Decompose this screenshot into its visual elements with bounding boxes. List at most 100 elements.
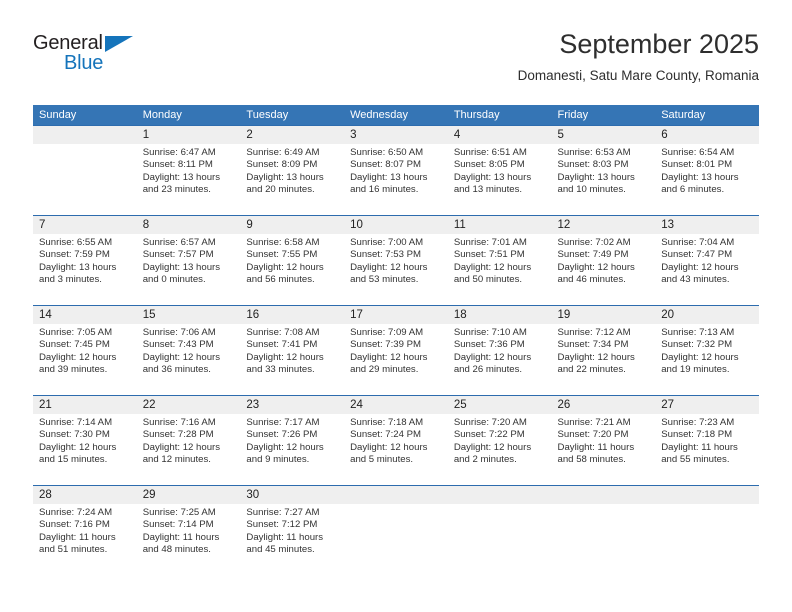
day-number[interactable]: 15 <box>137 306 241 324</box>
day-number[interactable]: 2 <box>240 126 344 144</box>
day-cell[interactable]: Sunrise: 7:17 AM Sunset: 7:26 PM Dayligh… <box>240 414 344 485</box>
day-cell[interactable]: Sunrise: 6:58 AM Sunset: 7:55 PM Dayligh… <box>240 234 344 305</box>
day-cell[interactable]: Sunrise: 7:10 AM Sunset: 7:36 PM Dayligh… <box>448 324 552 395</box>
day-number[interactable]: 4 <box>448 126 552 144</box>
weekday-header-saturday: Saturday <box>661 109 706 121</box>
day-number[interactable]: 6 <box>655 126 759 144</box>
day-number[interactable]: 8 <box>137 216 241 234</box>
sunrise-text: Sunrise: 7:08 AM <box>246 327 320 338</box>
sunset-text: Sunset: 8:07 PM <box>350 159 422 171</box>
week-details-band: Sunrise: 6:47 AM Sunset: 8:11 PM Dayligh… <box>33 144 759 215</box>
day-cell[interactable]: Sunrise: 7:08 AM Sunset: 7:41 PM Dayligh… <box>240 324 344 395</box>
sunset-text: Sunset: 8:09 PM <box>246 159 318 171</box>
day-cell[interactable]: Sunrise: 6:50 AM Sunset: 8:07 PM Dayligh… <box>344 144 448 215</box>
day-cell[interactable] <box>344 504 448 575</box>
day-number[interactable]: 26 <box>552 396 656 414</box>
day-number[interactable]: 14 <box>33 306 137 324</box>
day-cell[interactable]: Sunrise: 6:53 AM Sunset: 8:03 PM Dayligh… <box>552 144 656 215</box>
daylight-text-line1: Daylight: 11 hours <box>557 441 635 453</box>
day-cell[interactable]: Sunrise: 6:51 AM Sunset: 8:05 PM Dayligh… <box>448 144 552 215</box>
sunrise-text: Sunrise: 7:27 AM <box>246 507 320 518</box>
day-cell[interactable]: Sunrise: 7:25 AM Sunset: 7:14 PM Dayligh… <box>137 504 241 575</box>
day-number[interactable]: 16 <box>240 306 344 324</box>
day-cell[interactable]: Sunrise: 6:57 AM Sunset: 7:57 PM Dayligh… <box>137 234 241 305</box>
sunset-text: Sunset: 7:57 PM <box>142 249 214 261</box>
daylight-text-line1: Daylight: 13 hours <box>142 261 221 273</box>
sunrise-text: Sunrise: 7:21 AM <box>557 417 631 428</box>
day-number[interactable]: 30 <box>240 486 344 504</box>
daylight-text-line2: and 13 minutes. <box>453 184 523 196</box>
day-number[interactable] <box>655 486 759 504</box>
day-number[interactable]: 11 <box>448 216 552 234</box>
day-cell[interactable]: Sunrise: 6:49 AM Sunset: 8:09 PM Dayligh… <box>240 144 344 215</box>
day-number[interactable]: 20 <box>655 306 759 324</box>
week-details-band: Sunrise: 7:05 AM Sunset: 7:45 PM Dayligh… <box>33 324 759 395</box>
day-cell[interactable]: Sunrise: 6:55 AM Sunset: 7:59 PM Dayligh… <box>33 234 137 305</box>
day-cell[interactable]: Sunrise: 7:16 AM Sunset: 7:28 PM Dayligh… <box>137 414 241 485</box>
day-cell[interactable]: Sunrise: 7:21 AM Sunset: 7:20 PM Dayligh… <box>552 414 656 485</box>
sunrise-text: Sunrise: 7:25 AM <box>142 507 216 518</box>
day-number[interactable]: 12 <box>552 216 656 234</box>
day-number[interactable]: 9 <box>240 216 344 234</box>
daylight-text-line1: Daylight: 12 hours <box>661 351 739 363</box>
day-cell[interactable]: Sunrise: 7:13 AM Sunset: 7:32 PM Dayligh… <box>655 324 759 395</box>
day-cell[interactable]: Sunrise: 7:02 AM Sunset: 7:49 PM Dayligh… <box>552 234 656 305</box>
day-cell[interactable]: Sunrise: 7:18 AM Sunset: 7:24 PM Dayligh… <box>344 414 448 485</box>
day-cell[interactable]: Sunrise: 7:04 AM Sunset: 7:47 PM Dayligh… <box>655 234 759 305</box>
day-number[interactable]: 21 <box>33 396 137 414</box>
day-number[interactable] <box>448 486 552 504</box>
day-cell[interactable]: Sunrise: 7:14 AM Sunset: 7:30 PM Dayligh… <box>33 414 137 485</box>
day-number[interactable]: 1 <box>137 126 241 144</box>
day-number[interactable]: 27 <box>655 396 759 414</box>
day-number[interactable]: 25 <box>448 396 552 414</box>
day-number[interactable]: 19 <box>552 306 656 324</box>
sunrise-text: Sunrise: 7:24 AM <box>39 507 113 518</box>
day-number[interactable] <box>552 486 656 504</box>
day-cell[interactable]: Sunrise: 7:24 AM Sunset: 7:16 PM Dayligh… <box>33 504 137 575</box>
sunset-text: Sunset: 7:53 PM <box>350 249 422 261</box>
day-cell[interactable]: Sunrise: 7:20 AM Sunset: 7:22 PM Dayligh… <box>448 414 552 485</box>
day-cell[interactable] <box>552 504 656 575</box>
day-number[interactable]: 3 <box>344 126 448 144</box>
day-cell[interactable]: Sunrise: 7:05 AM Sunset: 7:45 PM Dayligh… <box>33 324 137 395</box>
day-number[interactable] <box>344 486 448 504</box>
day-number[interactable]: 18 <box>448 306 552 324</box>
sunrise-text: Sunrise: 7:04 AM <box>661 237 735 248</box>
day-cell[interactable] <box>655 504 759 575</box>
day-cell[interactable]: Sunrise: 7:00 AM Sunset: 7:53 PM Dayligh… <box>344 234 448 305</box>
day-number[interactable]: 17 <box>344 306 448 324</box>
day-cell[interactable]: Sunrise: 6:47 AM Sunset: 8:11 PM Dayligh… <box>137 144 241 215</box>
daylight-text-line1: Daylight: 12 hours <box>453 261 532 273</box>
day-number[interactable]: 13 <box>655 216 759 234</box>
day-cell[interactable]: Sunrise: 7:27 AM Sunset: 7:12 PM Dayligh… <box>240 504 344 575</box>
day-number[interactable]: 5 <box>552 126 656 144</box>
day-cell[interactable]: Sunrise: 7:06 AM Sunset: 7:43 PM Dayligh… <box>137 324 241 395</box>
day-number[interactable]: 24 <box>344 396 448 414</box>
sunset-text: Sunset: 7:20 PM <box>557 429 629 441</box>
daylight-text-line1: Daylight: 12 hours <box>350 351 428 363</box>
day-cell[interactable]: Sunrise: 6:54 AM Sunset: 8:01 PM Dayligh… <box>655 144 759 215</box>
day-cell[interactable]: Sunrise: 7:09 AM Sunset: 7:39 PM Dayligh… <box>344 324 448 395</box>
weekday-header-row: Sunday Monday Tuesday Wednesday Thursday… <box>33 105 759 125</box>
day-number[interactable]: 7 <box>33 216 137 234</box>
daylight-text-line2: and 29 minutes. <box>350 364 419 376</box>
sunrise-text: Sunrise: 6:47 AM <box>142 147 216 158</box>
day-cell[interactable]: Sunrise: 7:23 AM Sunset: 7:18 PM Dayligh… <box>655 414 759 485</box>
day-cell[interactable] <box>448 504 552 575</box>
day-number[interactable]: 22 <box>137 396 241 414</box>
page-header: General Blue September 2025 Domanesti, S… <box>33 28 759 98</box>
week-daynumber-band: 28 29 30 <box>33 486 759 504</box>
day-number[interactable]: 29 <box>137 486 241 504</box>
logo-text-blue: Blue <box>64 52 104 74</box>
day-number[interactable]: 23 <box>240 396 344 414</box>
day-number[interactable]: 28 <box>33 486 137 504</box>
day-number[interactable]: 10 <box>344 216 448 234</box>
day-cell[interactable] <box>33 144 137 215</box>
daylight-text-line1: Daylight: 13 hours <box>246 171 324 183</box>
day-cell[interactable]: Sunrise: 7:01 AM Sunset: 7:51 PM Dayligh… <box>448 234 552 305</box>
weekday-header-friday: Friday <box>557 109 589 121</box>
daylight-text-line2: and 12 minutes. <box>142 454 211 466</box>
calendar-week-row: 21 22 23 24 25 26 27 Sunrise: 7:14 AM Su… <box>33 395 759 485</box>
day-cell[interactable]: Sunrise: 7:12 AM Sunset: 7:34 PM Dayligh… <box>552 324 656 395</box>
day-number[interactable] <box>33 126 137 144</box>
